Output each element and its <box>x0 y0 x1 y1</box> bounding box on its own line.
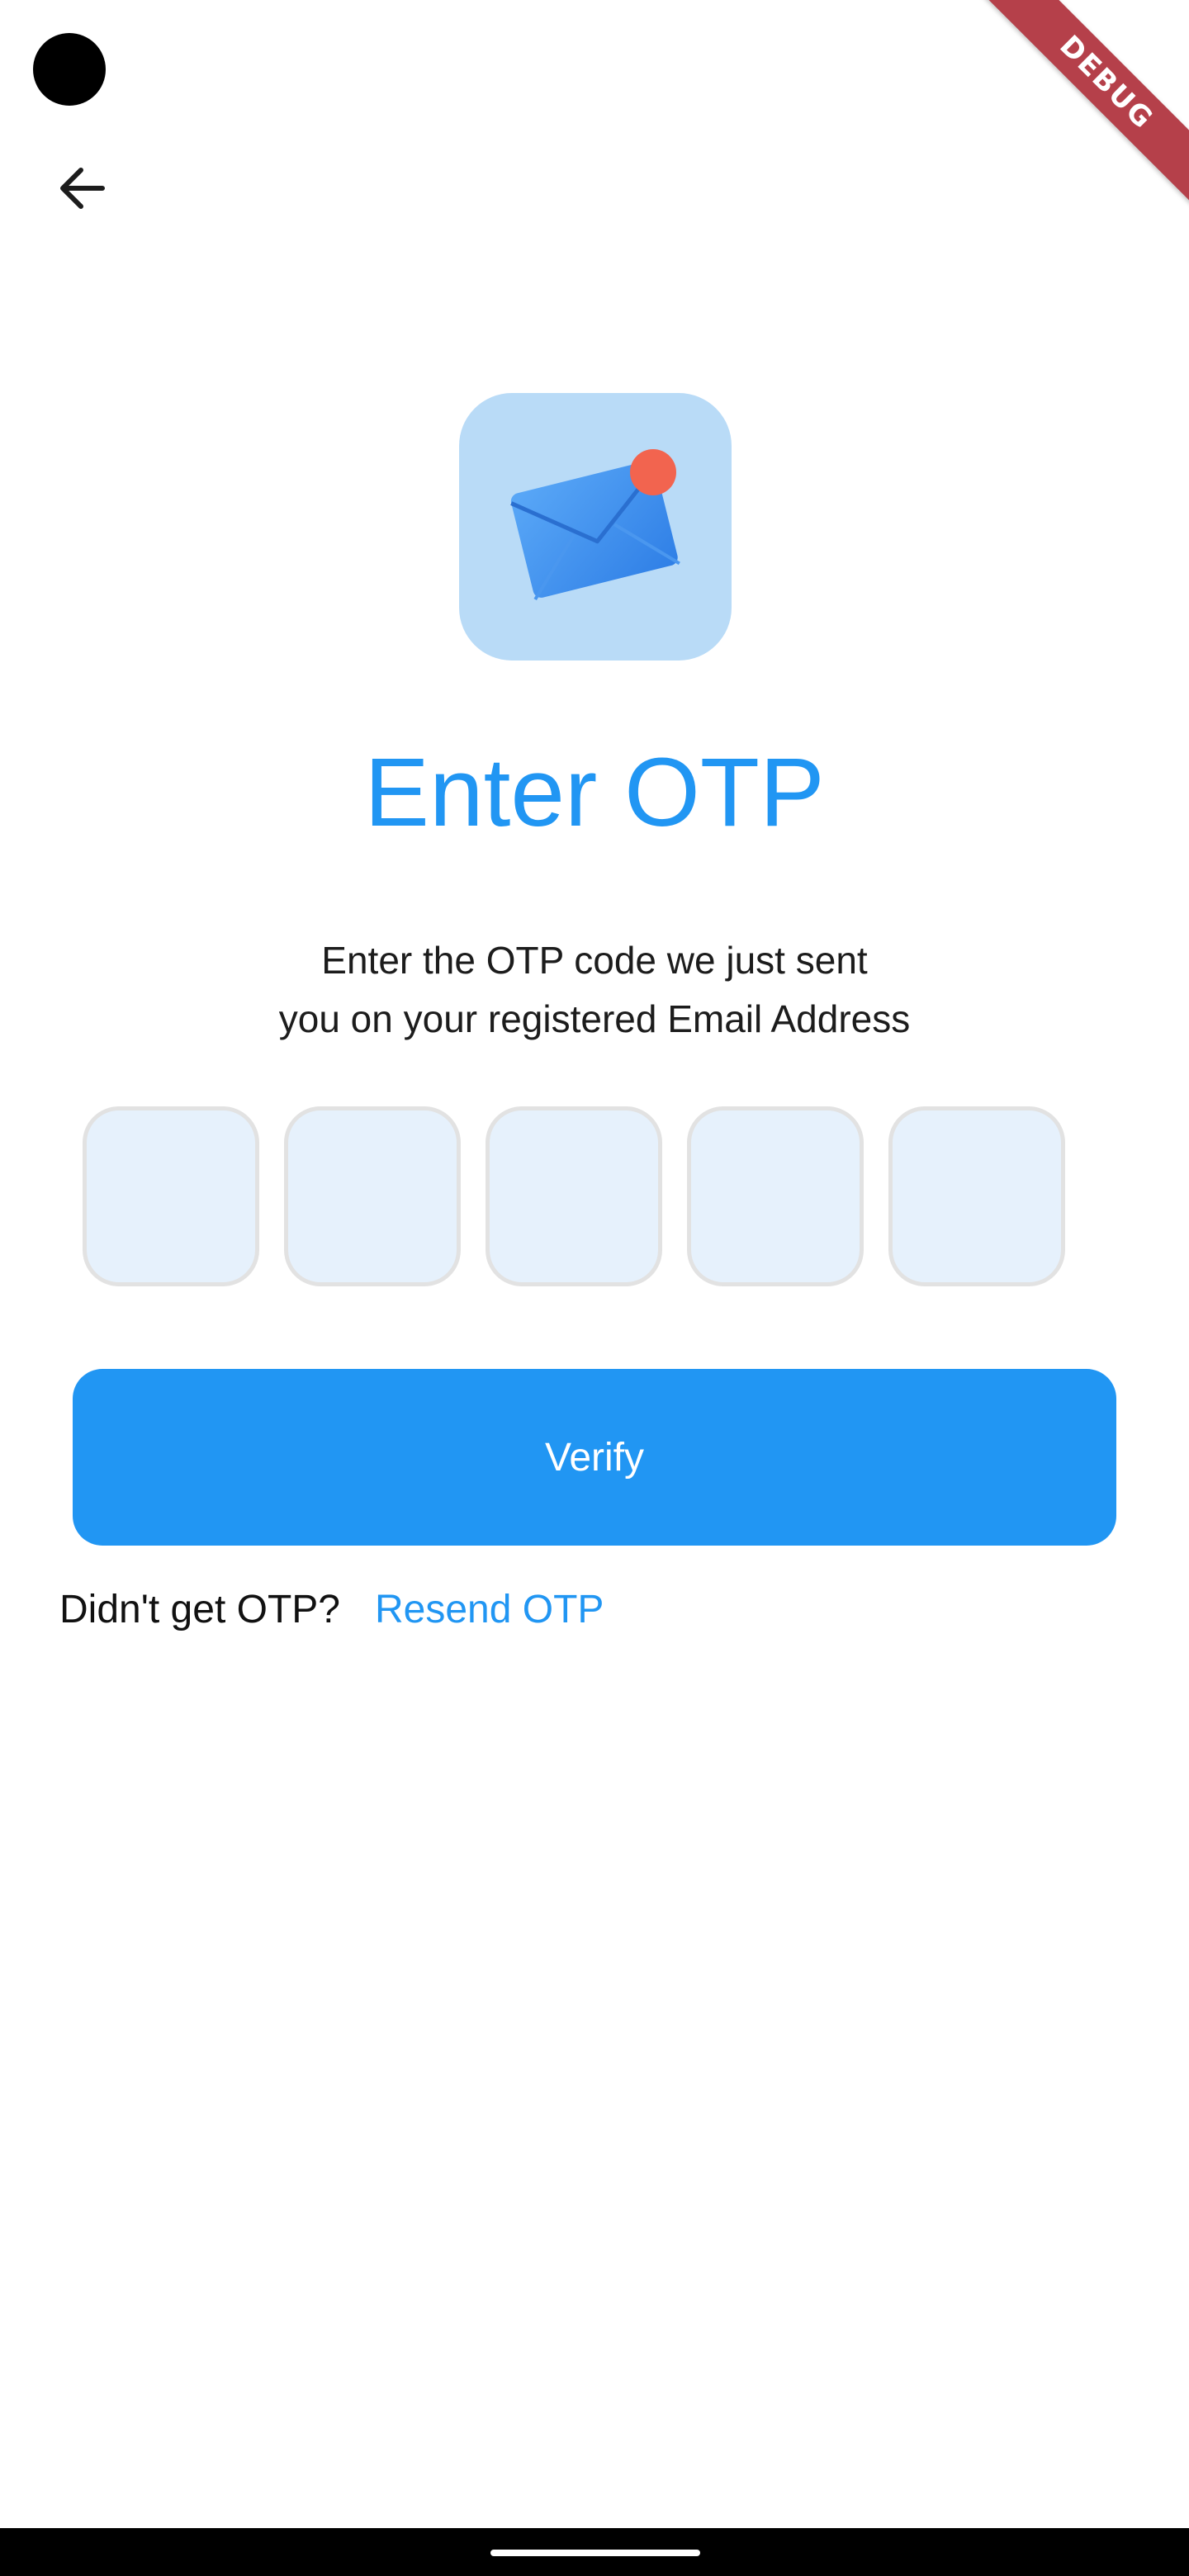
subtitle-line-2: you on your registered Email Address <box>278 997 911 1040</box>
otp-digit-3[interactable] <box>486 1106 662 1286</box>
home-indicator[interactable] <box>490 2550 700 2556</box>
mail-illustration <box>459 393 732 661</box>
otp-digit-2[interactable] <box>284 1106 461 1286</box>
resend-row: Didn't get OTP? Resend OTP <box>59 1587 604 1632</box>
resend-prompt: Didn't get OTP? <box>59 1588 340 1631</box>
otp-digit-5[interactable] <box>888 1106 1065 1286</box>
otp-screen: DEBUG Enter OTP Enter the OTP code we ju… <box>0 0 1189 2576</box>
arrow-left-icon <box>56 162 109 219</box>
page-title: Enter OTP <box>364 738 825 847</box>
debug-banner: DEBUG <box>966 0 1189 223</box>
subtitle-line-1: Enter the OTP code we just sent <box>321 939 868 982</box>
otp-digit-1[interactable] <box>83 1106 259 1286</box>
otp-input-group <box>83 1106 1065 1286</box>
back-button[interactable] <box>41 149 124 231</box>
camera-cutout <box>33 33 106 106</box>
otp-digit-4[interactable] <box>687 1106 864 1286</box>
page-subtitle: Enter the OTP code we just sent you on y… <box>0 931 1189 1049</box>
resend-otp-link[interactable]: Resend OTP <box>375 1587 604 1632</box>
verify-button[interactable]: Verify <box>73 1369 1116 1546</box>
mail-notification-icon <box>488 418 703 637</box>
